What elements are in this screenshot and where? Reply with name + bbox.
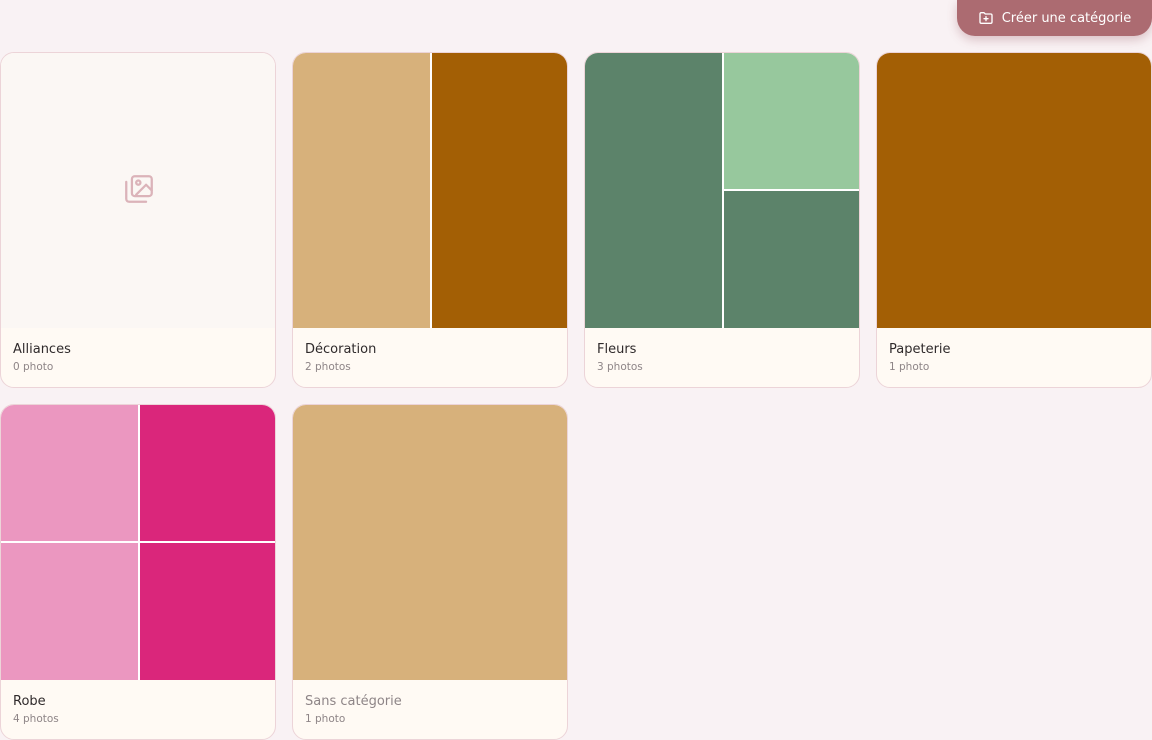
create-category-button[interactable]: Créer une catégorie xyxy=(957,0,1152,36)
category-photo-count: 4 photos xyxy=(13,713,59,725)
folder-plus-icon xyxy=(978,10,994,26)
photo-tile xyxy=(1,405,138,541)
category-title: Papeterie xyxy=(889,342,951,357)
category-card-robe[interactable]: Robe 4 photos xyxy=(0,404,276,740)
photo-tile xyxy=(724,191,859,328)
category-title: Fleurs xyxy=(597,342,637,357)
category-photo-count: 1 photo xyxy=(889,361,930,373)
category-thumbnail xyxy=(293,405,567,680)
photo-tile xyxy=(293,53,430,328)
category-thumbnail xyxy=(293,53,567,328)
category-thumbnail xyxy=(1,53,275,328)
photo-tile xyxy=(140,543,275,680)
category-card-decoration[interactable]: Décoration 2 photos xyxy=(292,52,568,388)
create-category-label: Créer une catégorie xyxy=(1001,10,1132,26)
photo-tile xyxy=(293,405,567,680)
category-photo-count: 1 photo xyxy=(305,713,346,725)
photo-tile xyxy=(877,53,1151,328)
photo-tile xyxy=(140,405,275,541)
photo-tile xyxy=(432,53,567,328)
category-thumbnail xyxy=(877,53,1151,328)
category-thumbnail xyxy=(585,53,859,328)
category-title: Décoration xyxy=(305,342,377,357)
image-placeholder-icon xyxy=(122,172,156,210)
category-thumbnail xyxy=(1,405,275,680)
category-photo-count: 2 photos xyxy=(305,361,351,373)
category-card-alliances[interactable]: Alliances 0 photo xyxy=(0,52,276,388)
category-photo-count: 0 photo xyxy=(13,361,54,373)
photo-tile xyxy=(585,53,722,328)
category-card-papeterie[interactable]: Papeterie 1 photo xyxy=(876,52,1152,388)
category-card-fleurs[interactable]: Fleurs 3 photos xyxy=(584,52,860,388)
category-title: Robe xyxy=(13,694,46,709)
category-title: Sans catégorie xyxy=(305,694,402,709)
photo-tile xyxy=(1,543,138,680)
category-photo-count: 3 photos xyxy=(597,361,643,373)
category-card-uncategorized[interactable]: Sans catégorie 1 photo xyxy=(292,404,568,740)
photo-tile xyxy=(724,53,859,189)
category-title: Alliances xyxy=(13,342,71,357)
